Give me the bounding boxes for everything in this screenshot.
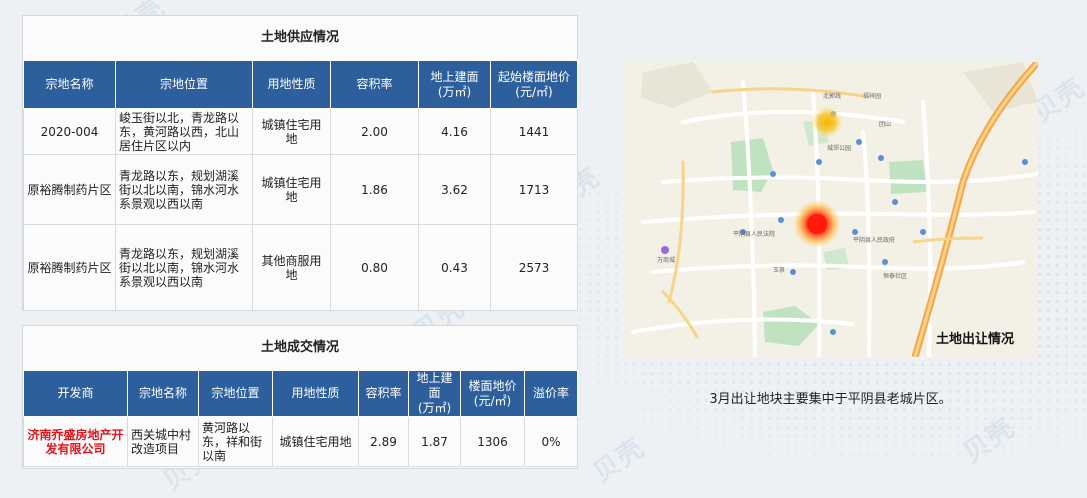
cell-land-use: 城镇住宅用地 xyxy=(252,154,331,225)
header-parcel-name: 宗地名称 xyxy=(127,370,199,417)
header-developer: 开发商 xyxy=(23,370,128,417)
cell-plot-ratio: 1.86 xyxy=(330,154,419,225)
cell-plot-ratio: 0.80 xyxy=(330,224,419,311)
cell-parcel-name: 西关城中村改造项目 xyxy=(127,416,199,467)
cell-parcel-name: 原裕腾制药片区 xyxy=(23,224,116,311)
land-transaction-table: 开发商 宗地名称 宗地位置 用地性质 容积率 地上建面 (万㎡) 楼面地价 (元… xyxy=(23,370,578,467)
cell-plot-ratio: 2.89 xyxy=(358,416,409,467)
cell-floor-area: 3.62 xyxy=(418,154,491,225)
land-transaction-title: 土地成交情况 xyxy=(260,340,339,355)
map-title: 土地出让情况 xyxy=(935,332,1014,347)
cell-parcel-name: 原裕腾制药片区 xyxy=(23,154,116,225)
cell-floor-area: 4.16 xyxy=(418,108,491,155)
cell-land-use: 其他商服用地 xyxy=(252,224,331,311)
park-area xyxy=(889,160,927,194)
table-row: 原裕腾制药片区 青龙路以东，规划湖溪街以北以南，锦水河水系景观以西以南 其他商服… xyxy=(23,224,578,311)
land-transaction-panel: 土地成交情况 开发商 宗地名称 宗地位置 用地性质 容积率 地上建面 (万㎡) … xyxy=(22,325,578,469)
table-row: 原裕腾制药片区 青龙路以东，规划湖溪街以北以南，锦水河水系景观以西以南 城镇住宅… xyxy=(23,154,578,225)
header-plot-ratio: 容积率 xyxy=(358,370,409,417)
map-label: 团山 xyxy=(879,120,891,128)
land-map: 北郭线 福祥园 团山 城郊公园 平阴县人民法院 平阴县人民政府 玉泉 万商城 恒… xyxy=(623,62,1038,357)
map-label: 平阴县人民政府 xyxy=(853,236,895,244)
map-label: 平阴县人民法院 xyxy=(733,230,775,238)
map-label: 城郊公园 xyxy=(827,144,851,152)
cell-floor-area: 0.43 xyxy=(418,224,491,311)
header-land-use: 用地性质 xyxy=(272,370,359,417)
cell-premium-rate: 0% xyxy=(524,416,578,467)
header-parcel-location: 宗地位置 xyxy=(198,370,273,417)
cell-start-price: 1713 xyxy=(490,154,578,225)
heat-marker-warm xyxy=(811,106,843,138)
mall-marker xyxy=(661,246,669,254)
header-land-use: 用地性质 xyxy=(252,60,331,109)
header-parcel-location: 宗地位置 xyxy=(115,60,253,109)
table-row: 济南乔盛房地产开发有限公司 西关城中村改造项目 黄河路以东，祥和街以南 城镇住宅… xyxy=(23,416,578,467)
cell-land-use: 城镇住宅用地 xyxy=(252,108,331,155)
map-label: 玉泉 xyxy=(773,266,785,274)
header-floor-area: 地上建面 (万㎡) xyxy=(408,370,461,417)
cell-parcel-location: 青龙路以东，规划湖溪街以北以南，锦水河水系景观以西以南 xyxy=(115,154,253,225)
cell-parcel-location: 青龙路以东，规划湖溪街以北以南，锦水河水系景观以西以南 xyxy=(115,224,253,311)
cell-floor-area: 1.87 xyxy=(408,416,461,467)
map-label: 福祥园 xyxy=(863,92,881,100)
header-premium-rate: 溢价率 xyxy=(524,370,578,417)
map-svg: 北郭线 福祥园 团山 城郊公园 平阴县人民法院 平阴县人民政府 玉泉 万商城 恒… xyxy=(623,62,1038,357)
map-label: 北郭线 xyxy=(823,92,841,100)
map-label: 恒泰社区 xyxy=(883,272,907,280)
cell-start-price: 2573 xyxy=(490,224,578,311)
cell-plot-ratio: 2.00 xyxy=(330,108,419,155)
header-floor-area: 地上建面 (万㎡) xyxy=(418,60,491,109)
cell-parcel-location: 峻玉街以北，青龙路以东，黄河路以西，北山居住片区以内 xyxy=(115,108,253,155)
cell-developer: 济南乔盛房地产开发有限公司 xyxy=(23,416,128,467)
map-label: 万商城 xyxy=(657,256,675,264)
header-parcel-name: 宗地名称 xyxy=(23,60,116,109)
cell-floor-price: 1306 xyxy=(460,416,525,467)
land-supply-table: 宗地名称 宗地位置 用地性质 容积率 地上建面 (万㎡) 起始楼面地价 (元/㎡… xyxy=(23,60,578,311)
header-floor-price: 楼面地价 (元/㎡) xyxy=(460,370,525,417)
cell-parcel-name: 2020-004 xyxy=(23,108,116,155)
map-caption: 3月出让地块主要集中于平阴县老城片区。 xyxy=(709,392,952,407)
header-plot-ratio: 容积率 xyxy=(330,60,419,109)
cell-start-price: 1441 xyxy=(490,108,578,155)
header-start-price: 起始楼面地价 (元/㎡) xyxy=(490,60,578,109)
table-row: 2020-004 峻玉街以北，青龙路以东，黄河路以西，北山居住片区以内 城镇住宅… xyxy=(23,108,578,155)
cell-parcel-location: 黄河路以东，祥和街以南 xyxy=(198,416,273,467)
land-supply-panel: 土地供应情况 宗地名称 宗地位置 用地性质 容积率 地上建面 (万㎡) 起始楼面… xyxy=(22,15,578,311)
cell-land-use: 城镇住宅用地 xyxy=(272,416,359,467)
table-header-row: 宗地名称 宗地位置 用地性质 容积率 地上建面 (万㎡) 起始楼面地价 (元/㎡… xyxy=(23,60,578,109)
land-supply-title: 土地供应情况 xyxy=(260,30,339,45)
table-header-row: 开发商 宗地名称 宗地位置 用地性质 容积率 地上建面 (万㎡) 楼面地价 (元… xyxy=(23,370,578,417)
